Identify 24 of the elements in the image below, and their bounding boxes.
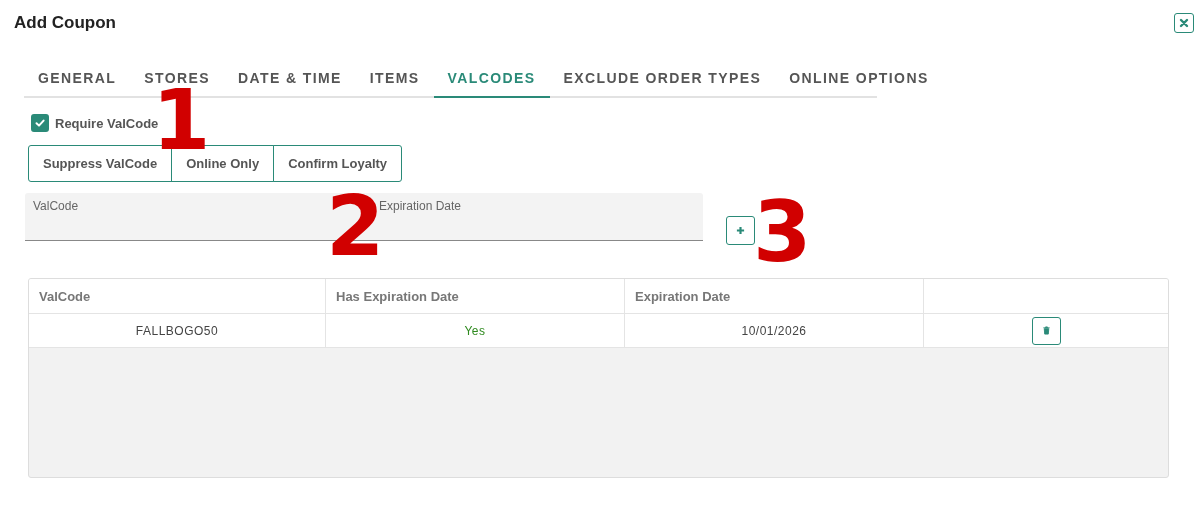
table-cell: 10/01/2026 [625, 314, 924, 347]
option-button[interactable]: Confirm Loyalty [273, 145, 403, 182]
delete-button[interactable] [1031, 316, 1061, 345]
checkbox-label: Require ValCode [55, 115, 159, 131]
tab[interactable]: GENERAL [24, 62, 131, 98]
close-button[interactable] [1174, 13, 1194, 33]
tab[interactable]: VALCODES [433, 62, 550, 98]
tab[interactable]: EXCLUDE ORDER TYPES [549, 62, 776, 98]
add-button[interactable] [726, 216, 755, 245]
tab[interactable]: ONLINE OPTIONS [775, 62, 943, 98]
plus-icon [736, 226, 745, 235]
column-header: Has Expiration Date [326, 279, 625, 313]
trash-icon [1041, 326, 1051, 335]
dialog-title: Add Coupon [14, 13, 116, 33]
table-cell: Yes [326, 314, 625, 347]
checkbox[interactable] [31, 114, 49, 132]
checkmark-icon [34, 117, 46, 129]
table-cell: FALLBOGO50 [29, 314, 326, 347]
annotation-number: 3 [753, 190, 812, 274]
tab[interactable]: DATE & TIME [223, 62, 356, 98]
close-icon [1179, 18, 1189, 28]
column-header: ValCode [29, 279, 326, 313]
column-header: Expiration Date [625, 279, 924, 313]
tab[interactable]: ITEMS [355, 62, 434, 98]
